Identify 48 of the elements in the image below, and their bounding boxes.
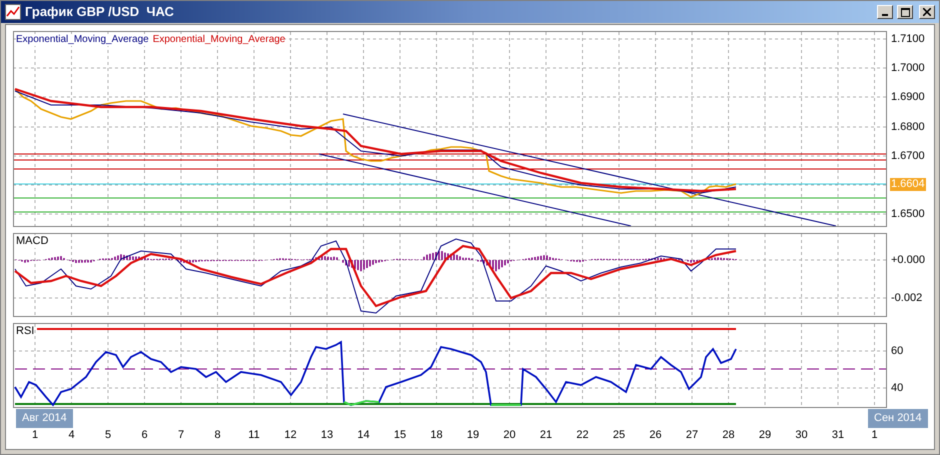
close-icon [923,8,931,16]
maximize-icon [900,8,910,16]
date-label: 31 [832,429,844,442]
date-label: 28 [722,429,735,442]
date-label: 15 [394,429,406,442]
date-label: 27 [686,429,698,442]
axis-label: 1.6800 [891,120,925,134]
axis-label: 1.6500 [891,208,925,221]
date-label: 14 [357,429,370,442]
axis-label: 40 [891,382,904,395]
date-label: 8 [214,429,221,442]
panel-title: MACD [16,235,48,248]
date-label: 6 [141,429,148,442]
date-label: 4 [68,429,75,442]
date-label: 30 [795,429,808,442]
date-label: 1 [871,429,878,442]
close-button[interactable] [919,5,935,19]
date-label: 18 [430,429,443,442]
window-title: График GBP /USD ЧАС [25,3,174,22]
month-tag: Авг 2014 [16,409,73,428]
date-label: 1 [32,429,38,442]
date-label: 12 [284,429,297,442]
axis-label: 1.6700 [891,150,925,163]
date-label: 5 [104,429,112,442]
indicator-legend: Exponential_Moving_Average [152,34,286,46]
axis-label: 1.6900 [891,91,925,104]
axis-label: 1.7100 [891,33,925,46]
axis-label: -0.002 [891,292,922,305]
indicator-legend: Exponential_Moving_Average [16,34,149,46]
date-label: 19 [466,429,480,442]
maximize-button[interactable] [897,5,913,19]
minimize-button[interactable] [877,5,893,19]
month-tag: Сен 2014 [868,409,928,428]
date-label: 20 [503,429,516,442]
chart-icon [5,4,21,20]
axis-label: 60 [891,345,904,358]
current-price-tag: 1.6604 [890,178,926,191]
date-label: 13 [320,429,334,442]
axis-label: 1.7000 [891,62,925,76]
minimize-icon [882,14,888,16]
date-label: 7 [178,429,184,442]
date-label: 29 [758,429,772,442]
axis-label: +0.000 [891,254,925,267]
date-label: 26 [649,429,662,442]
date-label: 21 [540,429,552,442]
date-label: 22 [576,429,589,442]
date-label: 25 [612,429,626,442]
date-label: 11 [248,429,260,442]
